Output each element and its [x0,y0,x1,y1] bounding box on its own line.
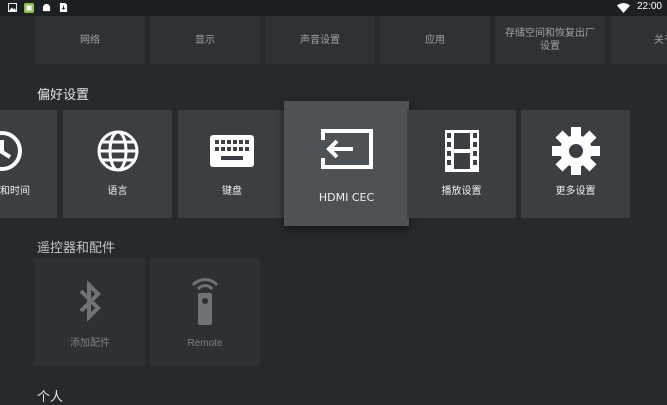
download-icon [59,3,68,12]
device-item-apps[interactable]: 应用 [380,16,490,64]
pref-item-language[interactable]: 语言 [63,110,172,218]
gallery-icon [8,3,17,12]
device-item-label: 关于 [654,34,667,46]
pref-item-label: 语言 [107,185,128,197]
pref-item-playback[interactable]: 播放设置 [407,110,516,218]
device-item-label: 存储空间和恢复出厂 设置 [505,28,595,52]
device-item-about[interactable]: 关于 [610,16,667,64]
pref-item-label: 键盘 [222,185,242,197]
app-icon [24,3,34,13]
pref-item-hdmi-cec[interactable]: HDMI CEC [284,101,409,226]
bluetooth-icon [77,275,103,327]
status-bar: 22:00 [0,0,667,16]
gear-icon [551,125,601,177]
wifi-icon [617,3,630,13]
clock-time: 22:00 [636,1,662,12]
accessory-label: Remote [187,337,223,349]
device-item-sound[interactable]: 声音设置 [265,16,375,64]
pref-item-label: HDMI CEC [318,191,375,204]
pref-item-more-settings[interactable]: 更多设置 [521,110,630,218]
device-item-storage-reset[interactable]: 存储空间和恢复出厂 设置 [495,16,605,64]
device-item-network[interactable]: 网络 [35,16,145,64]
device-item-label: 应用 [425,34,445,46]
device-item-label: 网络 [80,34,100,46]
pref-item-keyboard[interactable]: 键盘 [178,110,286,218]
film-icon [444,125,479,177]
keyboard-icon [209,125,255,177]
device-item-label: 显示 [195,34,215,46]
remote-icon [190,275,220,327]
android-icon [42,3,51,12]
pref-item-date-time[interactable]: 和时间 [0,110,57,218]
section-title-remotes: 遥控器和配件 [37,241,116,256]
accessory-remote[interactable]: Remote [150,258,260,366]
pref-item-label: 更多设置 [555,185,596,197]
section-title-preferences: 偏好设置 [37,88,90,103]
globe-icon [96,125,140,177]
device-item-display[interactable]: 显示 [150,16,260,64]
section-title-personal: 个人 [37,390,64,405]
clock-icon [0,125,57,177]
accessory-label: 添加配件 [70,337,110,349]
pref-item-label: 播放设置 [441,185,482,197]
device-item-label: 声音设置 [300,34,340,46]
accessory-add[interactable]: 添加配件 [35,258,145,366]
input-icon [319,123,375,175]
pref-item-label: 和时间 [0,185,30,197]
